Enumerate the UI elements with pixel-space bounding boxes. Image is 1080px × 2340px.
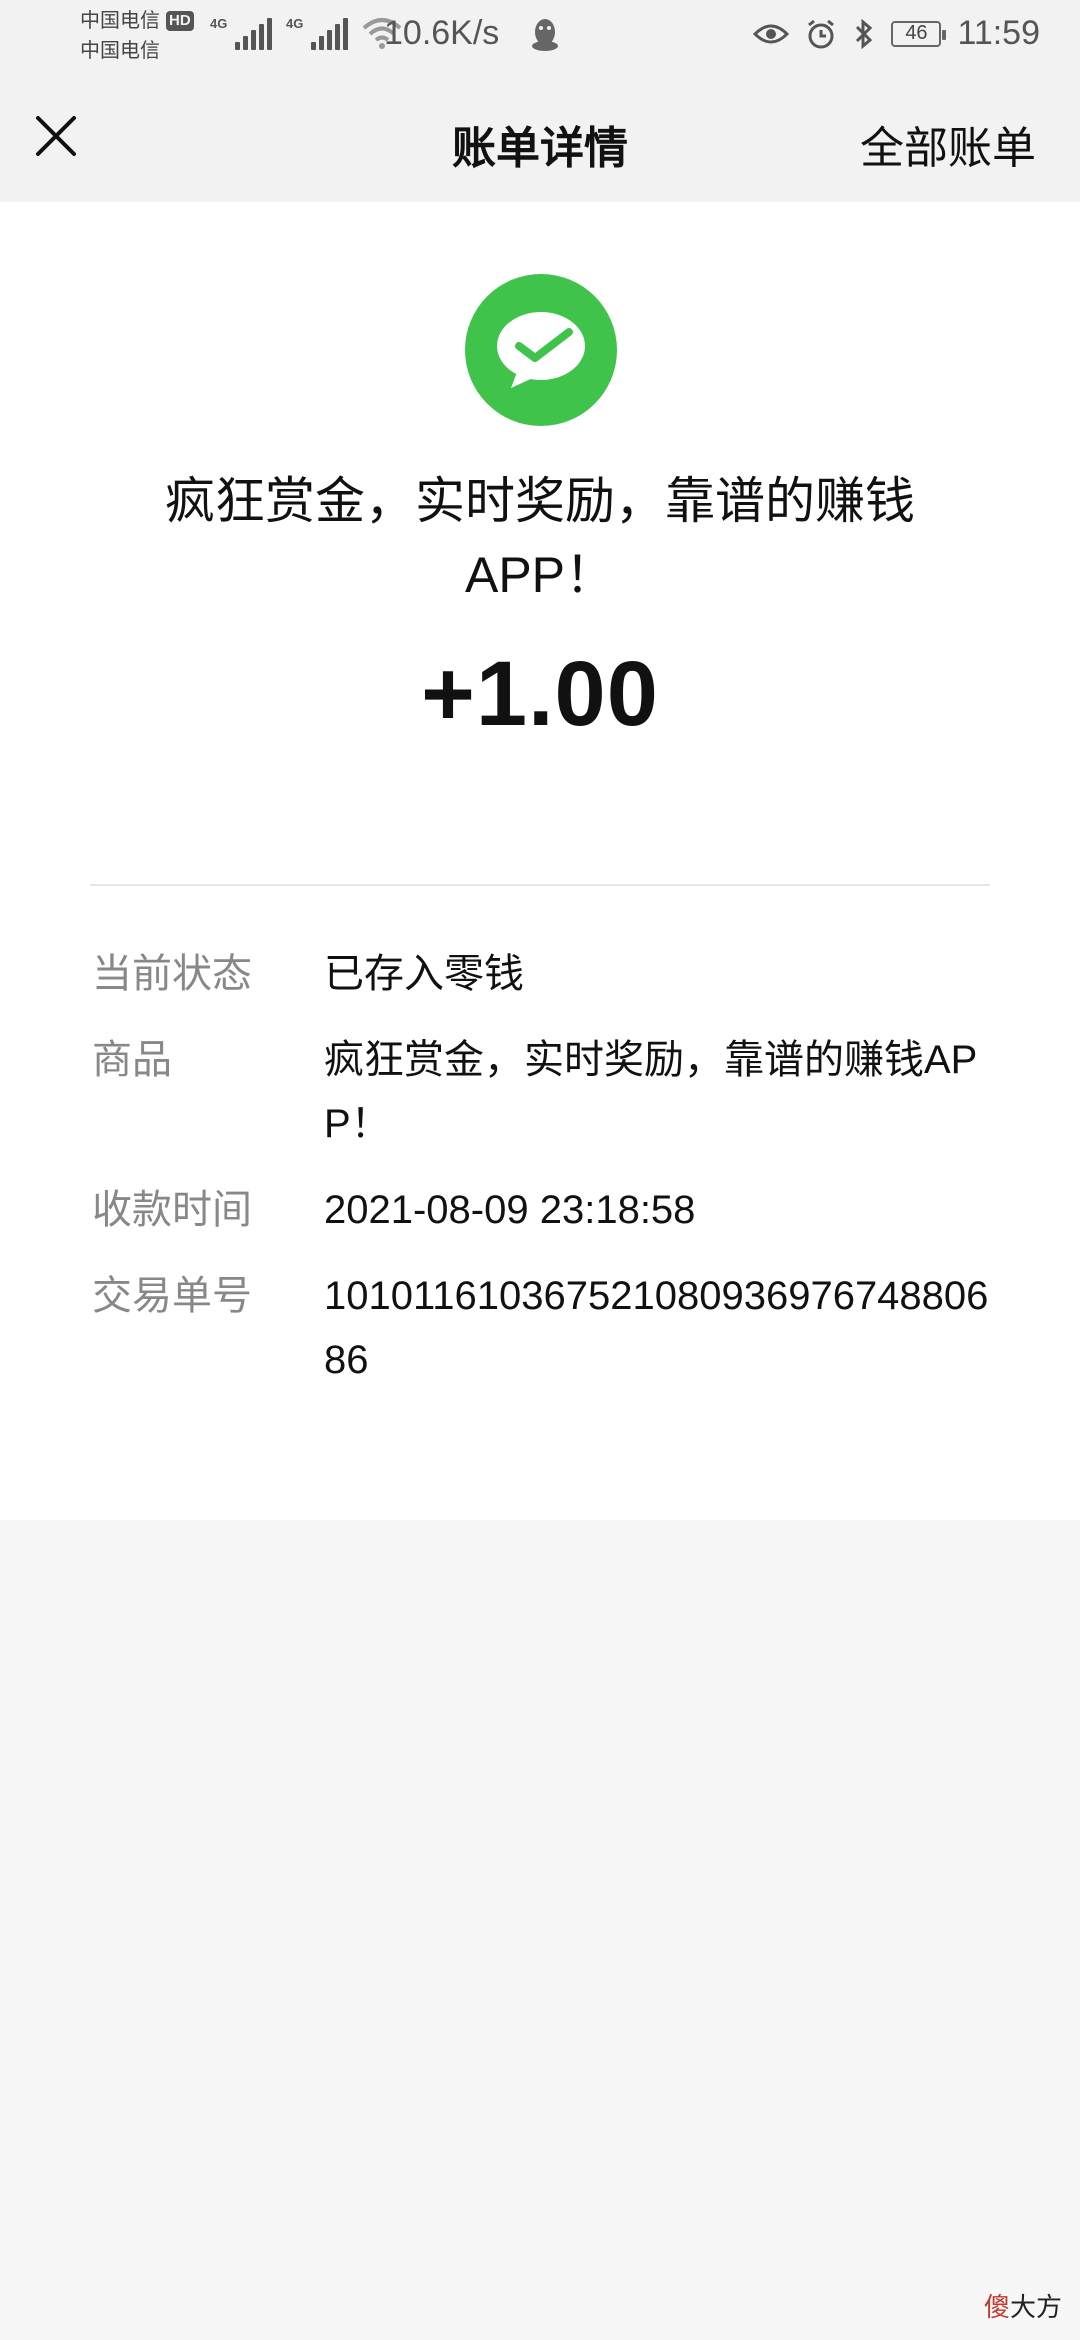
detail-label: 当前状态 bbox=[92, 952, 252, 996]
signal-icon-2: 4G bbox=[286, 16, 348, 50]
detail-row-status: 当前状态 已存入零钱 bbox=[92, 942, 992, 1006]
carrier-name-1: 中国电信 bbox=[80, 10, 160, 32]
detail-row-product: 商品 疯狂赏金，实时奖励，靠谱的赚钱APP！ bbox=[92, 1028, 992, 1156]
detail-label: 收款时间 bbox=[92, 1188, 252, 1232]
detail-value: 疯狂赏金，实时奖励，靠谱的赚钱APP！ bbox=[324, 1038, 978, 1146]
amount: +1.00 bbox=[421, 643, 659, 745]
signal-icon-1: 4G bbox=[210, 16, 272, 50]
signal-indicators: 4G 4G bbox=[210, 16, 402, 50]
divider bbox=[90, 884, 990, 886]
nav-bar: 账单详情 全部账单 bbox=[0, 72, 1080, 202]
detail-value: 2021-08-09 23:18:58 bbox=[324, 1188, 696, 1232]
clock: 11:59 bbox=[957, 14, 1040, 52]
all-bills-link[interactable]: 全部账单 bbox=[860, 112, 1036, 176]
detail-label: 商品 bbox=[92, 1038, 172, 1082]
battery-icon: 46 bbox=[891, 20, 947, 47]
bill-details: 当前状态 已存入零钱 商品 疯狂赏金，实时奖励，靠谱的赚钱APP！ 收款时间 2… bbox=[92, 942, 992, 1414]
watermark-red-text: 傻 bbox=[983, 2292, 1010, 2322]
bill-card: 疯狂赏金，实时奖励，靠谱的赚钱APP！ +1.00 当前状态 已存入零钱 商品 … bbox=[0, 202, 1080, 1520]
network-tag-1: 4G bbox=[210, 16, 228, 31]
bluetooth-icon bbox=[856, 18, 873, 49]
detail-value[interactable]: 10101161036752108093697674880686 bbox=[324, 1264, 992, 1392]
carrier-name-2: 中国电信 bbox=[80, 40, 160, 62]
qq-penguin-icon bbox=[532, 19, 558, 51]
merchant-headline: 疯狂赏金，实时奖励，靠谱的赚钱APP！ bbox=[165, 473, 915, 603]
watermark: 傻大方 bbox=[984, 2287, 1062, 2324]
eye-icon bbox=[753, 24, 790, 43]
network-speed: 10.6K/s bbox=[384, 14, 500, 52]
chat-check-icon bbox=[497, 312, 585, 388]
status-bar: 中国电信 HD 中国电信 4G 4G 10.6K/s 46 11:59 bbox=[0, 0, 1080, 72]
system-icons: 46 11:59 bbox=[753, 14, 1040, 53]
wechat-pay-logo bbox=[465, 274, 617, 426]
detail-value: 已存入零钱 bbox=[324, 952, 524, 996]
carrier-info: 中国电信 HD 中国电信 bbox=[80, 6, 194, 66]
detail-label: 交易单号 bbox=[92, 1274, 252, 1318]
detail-row-transaction-id: 交易单号 10101161036752108093697674880686 bbox=[92, 1264, 992, 1392]
alarm-icon bbox=[808, 19, 835, 48]
battery-level: 46 bbox=[905, 22, 928, 44]
watermark-text: 大方 bbox=[1009, 2292, 1062, 2322]
hd-badge: HD bbox=[166, 11, 194, 31]
detail-row-time: 收款时间 2021-08-09 23:18:58 bbox=[92, 1178, 992, 1242]
network-tag-2: 4G bbox=[286, 16, 304, 31]
